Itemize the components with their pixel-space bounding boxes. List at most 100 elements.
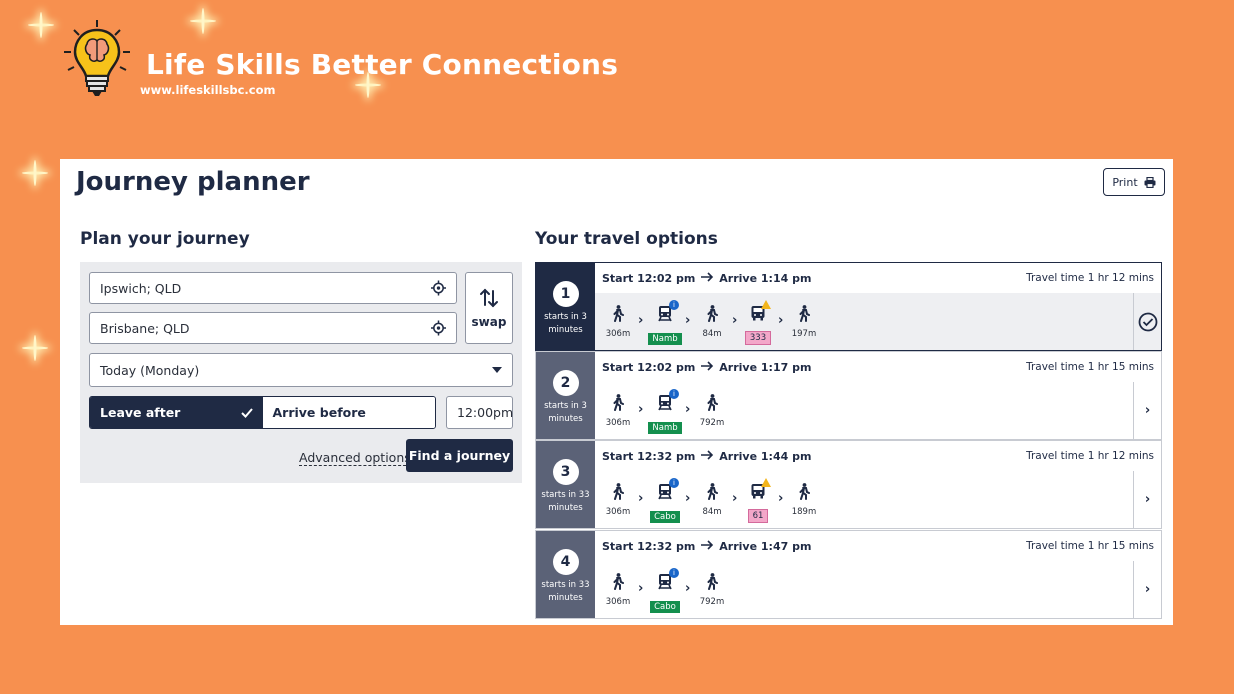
swap-button[interactable]: swap [465,272,513,344]
arrow-right-icon [695,360,719,374]
brand-url: www.lifeskillsbc.com [140,83,276,97]
travel-option-card[interactable]: 4 starts in 33 minutes Start 12:32 pm Arriv… [535,530,1162,619]
from-value: Ipswich; QLD [100,280,182,296]
travel-time: Travel time 1 hr 12 mins [1026,272,1154,284]
starts-in-text: starts in 33 minutes [541,580,590,603]
walk-distance: 792m [699,597,725,607]
travel-option-card[interactable]: 3 starts in 33 minutes Start 12:32 pm Arriv… [535,440,1162,529]
arrive-time: Arrive 1:47 pm [719,539,812,553]
print-button-label: Print [1112,175,1138,189]
walk-distance: 306m [605,329,631,339]
travel-option-card[interactable]: 2 starts in 3 minutes Start 12:02 pm Arrive… [535,351,1162,440]
crosshair-icon[interactable] [431,320,446,336]
page-title: Journey planner [76,167,310,197]
travel-option-card[interactable]: 1 starts in 3 minutes Start 12:02 pm Arrive… [535,262,1162,351]
info-icon: i [669,568,679,578]
leave-after-option[interactable]: Leave after [90,397,263,428]
journey-leg: i Cabo [645,478,685,523]
start-time: Start 12:02 pm [602,271,696,285]
journey-leg: i Namb [645,300,685,345]
journey-leg: 306m [598,394,638,428]
walking-icon [612,483,624,504]
train-line-tag: Namb [648,422,682,434]
to-input[interactable]: Brisbane; QLD [89,312,457,344]
chevron-right-icon: › [778,313,784,328]
info-icon: i [669,478,679,488]
walking-icon [706,483,718,504]
expand-option-button[interactable]: › [1133,471,1161,528]
plan-form: Ipswich; QLD Brisbane; QLD swap Today (M… [80,262,522,483]
arrive-before-label: Arrive before [272,405,366,420]
walk-distance: 84m [702,329,722,339]
printer-icon [1144,176,1156,188]
info-icon: i [669,300,679,310]
crosshair-icon[interactable] [431,280,446,296]
option-header: Start 12:02 pm Arrive 1:14 pm Travel time … [595,263,1161,294]
option-header: Start 12:02 pm Arrive 1:17 pm Travel time … [595,352,1161,383]
travel-time: Travel time 1 hr 15 mins [1026,361,1154,373]
to-value: Brisbane; QLD [100,320,190,336]
train-line-tag: Cabo [650,511,680,523]
travel-time: Travel time 1 hr 12 mins [1026,450,1154,462]
travel-time: Travel time 1 hr 15 mins [1026,540,1154,552]
swap-label: swap [471,315,507,329]
expand-option-button[interactable]: › [1133,561,1161,618]
time-mode-toggle: Leave after Arrive before [89,396,436,429]
check-circle-icon [1138,312,1157,331]
journey-leg: 333 [738,300,778,345]
arrive-before-option[interactable]: Arrive before [262,397,435,428]
option-header: Start 12:32 pm Arrive 1:44 pm Travel time … [595,441,1161,472]
train-line-tag: Namb [648,333,682,345]
date-value: Today (Monday) [100,362,200,378]
option-legs: 306m › i Cabo › 792m › [595,561,1161,618]
chevron-right-icon: › [685,402,691,417]
option-number: 3 [552,459,579,485]
chevron-right-icon: › [778,491,784,506]
journey-leg: 61 [738,478,778,523]
selected-indicator[interactable] [1133,293,1161,350]
time-input[interactable]: 12:00pm [446,396,513,429]
sparkle-decoration [22,335,48,361]
expand-option-button[interactable]: › [1133,382,1161,439]
options-heading: Your travel options [535,229,718,249]
time-value: 12:00pm [457,405,514,420]
checkmark-icon [240,407,253,418]
arrive-time: Arrive 1:14 pm [719,271,812,285]
sparkle-decoration [22,160,48,186]
walk-distance: 197m [791,329,817,339]
option-number: 1 [552,281,579,307]
warning-icon [761,300,771,309]
find-journey-button[interactable]: Find a journey [406,439,513,472]
bus-icon [750,300,771,325]
train-icon: i [657,389,679,415]
from-input[interactable]: Ipswich; QLD [89,272,457,304]
print-button[interactable]: Print [1103,168,1165,196]
start-time: Start 12:32 pm [602,449,696,463]
option-number-column: 4 starts in 33 minutes [536,531,595,618]
arrive-time: Arrive 1:44 pm [719,449,812,463]
starts-in-text: starts in 3 minutes [544,401,587,424]
date-select[interactable]: Today (Monday) [89,353,513,387]
walk-distance: 84m [702,507,722,517]
chevron-right-icon: › [685,581,691,596]
walk-distance: 189m [791,507,817,517]
walking-icon [706,394,718,415]
option-number: 2 [552,370,579,396]
walk-distance: 306m [605,418,631,428]
arrive-time: Arrive 1:17 pm [719,360,812,374]
bus-route-tag: 333 [744,331,772,345]
bus-icon [750,478,771,503]
walking-icon [798,305,810,326]
advanced-options-link[interactable]: Advanced options [299,450,411,466]
journey-leg: i Cabo [645,568,685,613]
walking-icon [612,305,624,326]
journey-leg: 84m [692,483,732,517]
chevron-right-icon: › [638,313,644,328]
brand-title: Life Skills Better Connections [146,48,619,81]
walking-icon [706,573,718,594]
train-icon: i [657,568,679,594]
journey-leg: 792m [692,573,732,607]
starts-in-text: starts in 3 minutes [544,312,587,335]
plan-heading: Plan your journey [80,229,250,249]
warning-icon [761,478,771,487]
